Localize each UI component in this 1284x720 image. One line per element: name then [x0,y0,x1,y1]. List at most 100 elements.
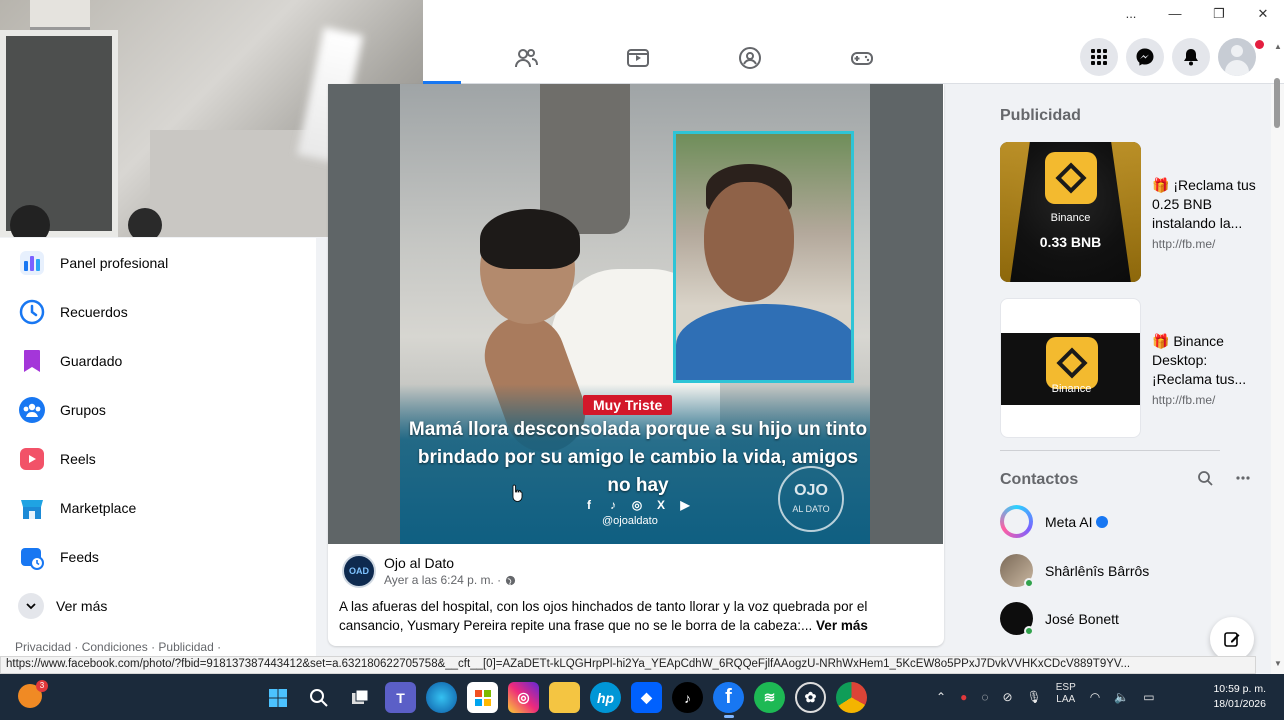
chevron-up-icon[interactable]: ⌃ [936,690,946,704]
photo-standing-legs [540,84,630,234]
sidebar-item-marketplace[interactable]: Marketplace [0,483,316,532]
menu-button[interactable] [1080,38,1118,76]
messenger-button[interactable] [1126,38,1164,76]
ad-brand: Binance [1051,383,1092,395]
instagram-icon[interactable]: ◎ [508,682,539,713]
contacts-tools [1197,470,1251,486]
post-body: A las afueras del hospital, con los ojos… [339,599,868,633]
sponsored-title: Publicidad [1000,107,1081,124]
scroll-up-arrow-icon[interactable]: ▲ [1274,42,1282,51]
scroll-down-arrow-icon[interactable]: ▼ [1274,659,1282,668]
online-indicator [1024,578,1034,588]
see-more-link[interactable]: Ver más [816,618,868,633]
contact-item[interactable]: Shârlênîs Bârrôs [1000,554,1150,588]
reels-icon [18,445,46,473]
task-view-icon[interactable] [344,682,375,713]
teams-icon[interactable]: T [385,682,416,713]
page-scrollbar[interactable]: ▲ ▼ [1271,42,1284,674]
volume-icon[interactable]: 🔈 [1114,690,1129,704]
weather-widget-icon[interactable]: 3 [18,680,48,708]
new-message-button[interactable] [1210,617,1254,661]
video-icon [627,49,649,67]
footer-links[interactable]: Privacidad · Condiciones · Publicidad · [15,640,221,654]
search-icon[interactable] [1197,470,1213,486]
meta-ai-icon [1000,505,1033,538]
gift-icon: 🎁 [1152,333,1170,349]
windows-start-icon[interactable] [262,682,293,713]
hp-icon[interactable]: hp [590,682,621,713]
antivirus-icon[interactable]: ● [960,690,967,704]
dropbox-icon[interactable]: ◆ [631,682,662,713]
minimize-button[interactable]: — [1166,6,1184,22]
right-column: Publicidad Binance 0.33 BNB 🎁 ¡Reclama t… [955,84,1271,674]
tiktok-icon[interactable]: ♪ [672,682,703,713]
ad-item[interactable]: Binance 0.33 BNB 🎁 ¡Reclama tus 0.25 BNB… [1000,142,1260,284]
more-options-button[interactable]: ... [1122,6,1140,22]
more-options-icon[interactable] [1235,470,1251,486]
widget-badge: 3 [36,680,48,692]
ad-url: http://fb.me/ [1152,237,1216,251]
bell-icon [1184,49,1198,66]
sync-icon[interactable]: ◌ [981,690,988,704]
spotify-icon[interactable]: ≋ [754,682,785,713]
groups-icon [18,396,46,424]
window-controls: ... — ❐ ✕ [1122,6,1272,22]
section-divider [1000,450,1220,451]
nav-friends[interactable] [470,30,582,86]
account-avatar-button[interactable] [1218,38,1256,76]
sidebar-item-feeds[interactable]: Feeds [0,532,316,581]
scroll-thumb[interactable] [1274,78,1280,128]
file-explorer-icon[interactable] [549,682,580,713]
nav-groups[interactable] [694,30,806,86]
sidebar-item-guardado[interactable]: Guardado [0,336,316,385]
sidebar-item-recuerdos[interactable]: Recuerdos [0,287,316,336]
webcam-person-head [10,205,50,237]
language-indicator[interactable]: ESP LAA [1056,682,1076,706]
network-off-icon[interactable]: ⊘ [1002,690,1012,704]
search-icon[interactable] [303,682,334,713]
contact-name: Shârlênîs Bârrôs [1045,562,1150,579]
saved-icon [18,347,46,375]
post-timestamp[interactable]: Ayer a las 6:24 p. m. · [384,573,501,587]
ad-item[interactable]: Binance 🎁 Binance Desktop: ¡Reclama tus.… [1000,298,1260,440]
instagram-icon: ◎ [631,498,643,512]
nav-video[interactable] [582,30,694,86]
memories-icon [18,298,46,326]
nav-gaming[interactable] [806,30,918,86]
microphone-icon[interactable]: 🎙 [1027,690,1042,704]
chrome-icon[interactable] [836,682,867,713]
language-code: ESP [1055,682,1076,693]
facebook-icon[interactable]: f [713,682,744,718]
media-social-icons: f ♪ ◎ X ▶ [582,498,692,512]
webcam-person-head [128,208,162,237]
binance-logo-icon [1046,337,1098,389]
edge-icon[interactable] [426,682,457,713]
see-more-label: Ver más [56,597,108,614]
sidebar-see-more[interactable]: Ver más [0,581,316,630]
restore-button[interactable]: ❐ [1210,6,1228,22]
sidebar-item-reels[interactable]: Reels [0,434,316,483]
sidebar-item-grupos[interactable]: Grupos [0,385,316,434]
contacts-title: Contactos [1000,471,1079,488]
post-media[interactable]: Muy Triste Mamá llora desconsolada porqu… [328,84,943,544]
mouse-cursor-icon [512,484,523,502]
page-name-link[interactable]: Ojo al Dato [384,555,516,571]
close-button[interactable]: ✕ [1254,6,1272,22]
contact-item[interactable]: José Bonett [1000,602,1119,636]
store-icon[interactable] [467,682,498,713]
contact-item[interactable]: Meta AI [1000,505,1109,538]
sidebar-item-label: Feeds [60,548,99,565]
webcam-air-conditioner [30,0,90,30]
taskbar-clock[interactable]: 10:59 p. m. 18/01/2026 [1200,682,1266,712]
notifications-button[interactable] [1172,38,1210,76]
watermark-subtitle: AL DATO [792,504,830,514]
notification-dot [1255,40,1264,49]
page-avatar[interactable]: OAD [342,554,376,588]
dashboard-icon [18,249,46,277]
battery-icon[interactable]: ▭ [1143,690,1154,704]
webcam-window [0,30,118,237]
chatgpt-icon[interactable]: ✿ [795,682,826,713]
wifi-icon[interactable]: ◠ [1090,690,1100,704]
sidebar-item-panel-profesional[interactable]: Panel profesional [0,238,316,287]
chevron-down-icon [18,592,44,619]
